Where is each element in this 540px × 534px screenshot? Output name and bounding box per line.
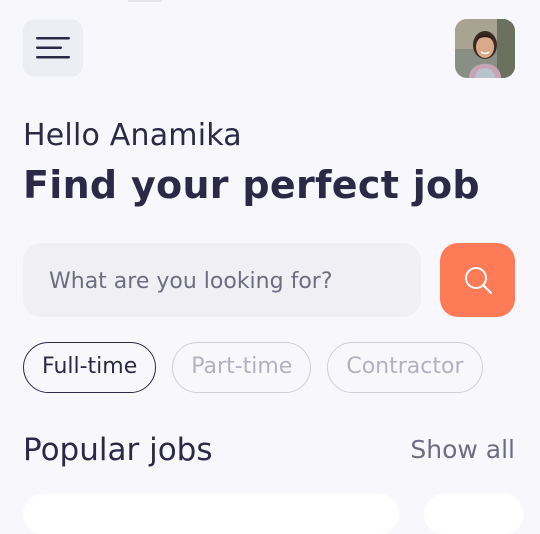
search-button[interactable] <box>440 243 515 317</box>
avatar[interactable] <box>455 19 515 78</box>
show-all-link[interactable]: Show all <box>410 435 515 464</box>
greeting-text: Hello Anamika <box>23 118 242 153</box>
job-type-filters: Full-time Part-time Contractor <box>23 342 517 394</box>
user-avatar-image <box>455 19 515 78</box>
page-headline: Find your perfect job <box>23 163 480 207</box>
filter-chip-full-time[interactable]: Full-time <box>23 342 157 393</box>
job-card[interactable] <box>23 494 399 534</box>
filter-chip-part-time[interactable]: Part-time <box>172 342 312 393</box>
status-indicator <box>128 0 162 2</box>
filter-chip-contractor[interactable]: Contractor <box>327 342 483 393</box>
search-icon <box>464 267 492 294</box>
menu-button[interactable] <box>23 19 83 77</box>
hamburger-menu-icon <box>36 37 70 59</box>
search-input[interactable] <box>47 243 411 319</box>
search-bar[interactable] <box>23 243 421 319</box>
popular-jobs-title: Popular jobs <box>23 432 213 468</box>
job-card[interactable] <box>424 494 524 534</box>
